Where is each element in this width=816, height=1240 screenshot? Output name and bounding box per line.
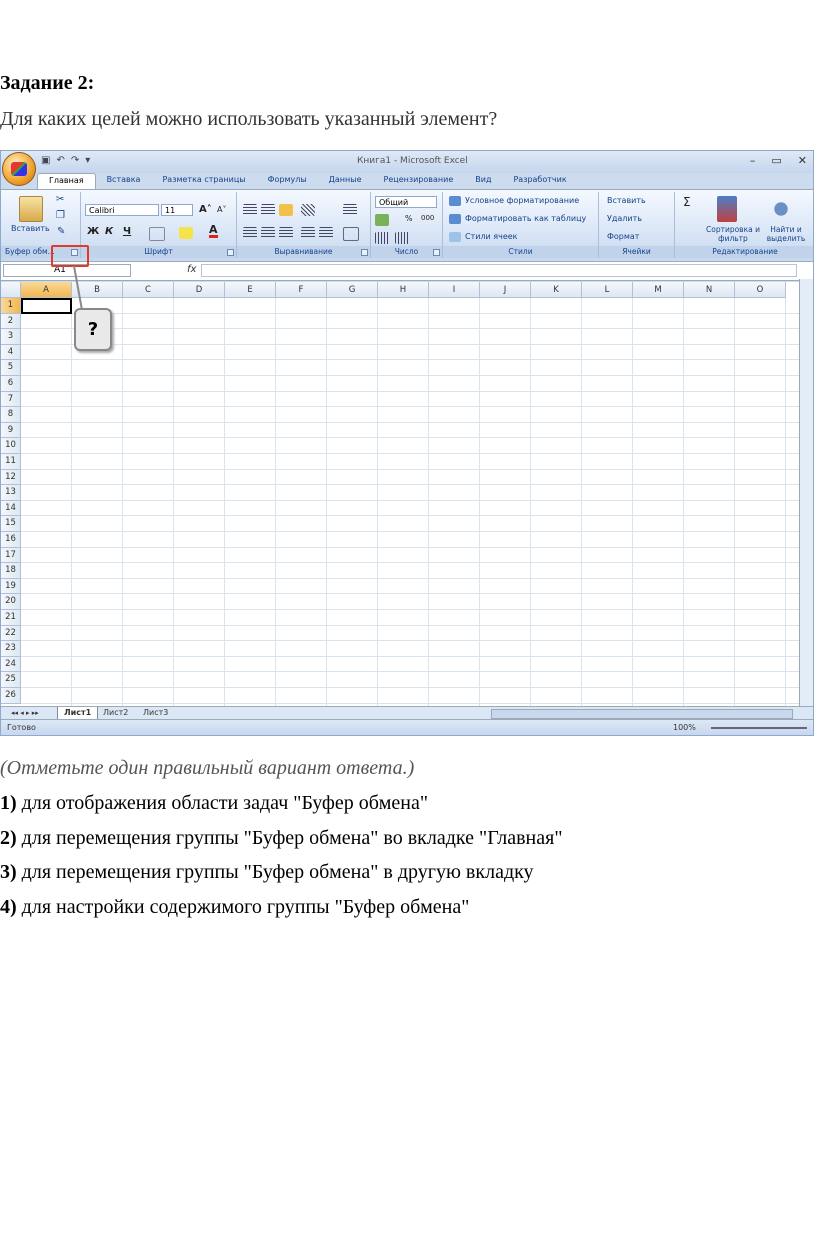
option-text: для отображения области задач "Буфер обм… [16,792,429,814]
answer-option-1[interactable]: 1) для отображения области задач "Буфер … [0,792,428,815]
option-number: 1) [0,792,17,814]
option-text: для перемещения группы "Буфер обмена" во… [16,827,563,849]
option-number: 4) [0,896,17,918]
option-text: для перемещения группы "Буфер обмена" в … [16,861,534,883]
answer-option-4[interactable]: 4) для настройки содержимого группы "Буф… [0,896,469,919]
option-number: 3) [0,861,17,883]
option-text: для настройки содержимого группы "Буфер … [16,896,470,918]
answer-option-3[interactable]: 3) для перемещения группы "Буфер обмена"… [0,861,534,884]
question-callout: ? [74,308,112,351]
office-logo-icon [11,162,27,176]
option-number: 2) [0,827,17,849]
callout-pointer [73,265,100,311]
answer-option-2[interactable]: 2) для перемещения группы "Буфер обмена"… [0,827,563,850]
office-button[interactable] [2,152,36,186]
instruction-note: (Отметьте один правильный вариант ответа… [0,757,415,779]
